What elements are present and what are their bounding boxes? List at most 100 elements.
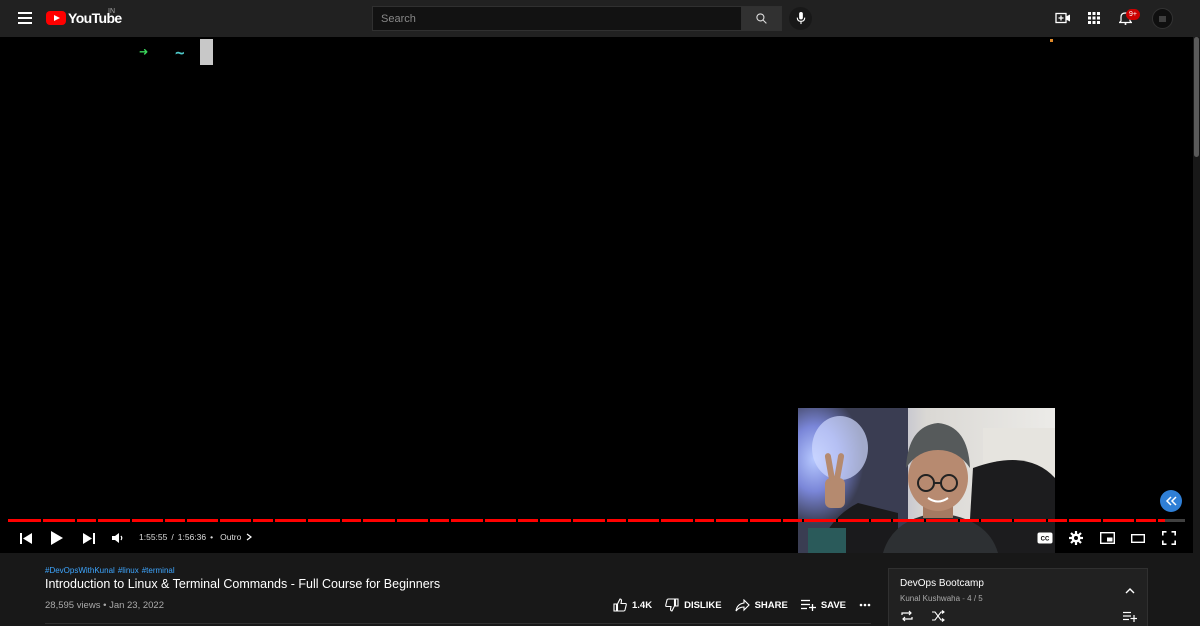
chapter-gap [1067, 519, 1069, 522]
meta-separator: • [103, 600, 107, 611]
chapter-gap [306, 519, 308, 522]
video-player[interactable]: ➜ ~ 1:55:55 / 1:56:36 • Outro CC [0, 37, 1193, 553]
chapter-gap [251, 519, 253, 522]
theater-mode-icon [1131, 533, 1145, 543]
chapter-title[interactable]: Outro [220, 532, 241, 542]
collapse-playlist-button[interactable] [1122, 582, 1138, 598]
loop-playlist-button[interactable] [899, 608, 915, 624]
volume-icon [112, 533, 123, 543]
repeat-icon [901, 610, 913, 622]
miniplayer-button[interactable] [1097, 526, 1117, 550]
search-box [372, 6, 782, 31]
playlist-author[interactable]: Kunal Kushwaha [900, 594, 960, 603]
hashtag-link[interactable]: #linux [118, 566, 139, 575]
account-avatar[interactable] [1152, 8, 1173, 29]
chevron-up-icon [1125, 587, 1135, 593]
previous-button[interactable] [16, 526, 36, 550]
playlist-menu-button[interactable] [1122, 608, 1138, 624]
hashtag-link[interactable]: #DevOpsWithKunal [45, 566, 115, 575]
page-scrollbar[interactable] [1193, 37, 1200, 626]
share-button[interactable]: SHARE [735, 598, 788, 612]
fullscreen-button[interactable] [1159, 526, 1179, 550]
gear-icon [1069, 531, 1083, 545]
shuffle-playlist-button[interactable] [930, 608, 946, 624]
chapter-gap [75, 519, 77, 522]
svg-text:CC: CC [1041, 537, 1050, 543]
chapter-gap [979, 519, 981, 522]
chapter-gap [958, 519, 960, 522]
time-separator: / [171, 532, 174, 542]
view-count: 28,595 views [45, 600, 101, 611]
subtitles-button[interactable]: CC [1035, 526, 1055, 550]
double-chevron-left-icon [1165, 496, 1177, 506]
next-button[interactable] [79, 526, 99, 550]
playlist-add-icon [1123, 611, 1137, 622]
settings-button[interactable] [1066, 526, 1086, 550]
chapter-gap [693, 519, 695, 522]
search-icon [756, 13, 767, 24]
thumbs-up-icon [613, 598, 627, 612]
thumbs-down-icon [665, 598, 679, 612]
chapter-gap [428, 519, 430, 522]
menu-icon[interactable] [18, 12, 32, 24]
play-button[interactable] [47, 526, 67, 550]
chapter-gap [340, 519, 342, 522]
play-icon [51, 531, 63, 545]
voice-search-button[interactable] [789, 7, 812, 30]
closed-captions-icon: CC [1037, 532, 1053, 544]
search-button[interactable] [742, 6, 782, 31]
channel-logo-button[interactable] [1160, 490, 1182, 512]
like-button[interactable]: 1.4K [613, 598, 652, 612]
hashtags: #DevOpsWithKunal #linux #terminal [45, 566, 178, 575]
progress-played [8, 519, 1165, 522]
like-count: 1.4K [632, 599, 653, 611]
chapter-gap [802, 519, 804, 522]
shuffle-icon [932, 610, 945, 622]
masthead: YouTube IN 9+ [0, 0, 1200, 37]
create-video-button[interactable] [1054, 9, 1072, 27]
video-actions: 1.4K DISLIKE SHARE SAVE [613, 598, 889, 612]
chapter-gap [273, 519, 275, 522]
share-label: SHARE [754, 599, 788, 611]
notification-badge: 9+ [1126, 9, 1140, 20]
chapter-gap [1046, 519, 1048, 522]
upload-date: Jan 23, 2022 [109, 600, 164, 611]
terminal-cursor [200, 39, 213, 65]
chapter-gap [361, 519, 363, 522]
save-label: SAVE [820, 599, 846, 611]
share-icon [735, 598, 750, 611]
time-display: 1:55:55 / 1:56:36 • Outro [139, 532, 253, 542]
search-input[interactable] [372, 6, 742, 31]
microphone-icon [796, 12, 805, 25]
video-camera-add-icon [1055, 12, 1070, 24]
chevron-right-icon[interactable] [245, 533, 253, 541]
progress-bar[interactable] [8, 519, 1185, 522]
avatar-icon [1159, 16, 1166, 22]
playlist-subtitle: Kunal Kushwaha - 4 / 5 [900, 594, 983, 603]
theater-mode-button[interactable] [1128, 526, 1148, 550]
divider [45, 623, 871, 624]
chapter-gap [869, 519, 871, 522]
scrollbar-thumb[interactable] [1194, 37, 1199, 157]
hashtag-link[interactable]: #terminal [142, 566, 175, 575]
playlist-title[interactable]: DevOps Bootcamp [900, 578, 984, 589]
chapter-gap [659, 519, 661, 522]
skip-previous-icon [20, 532, 32, 544]
chapter-gap [748, 519, 750, 522]
playlist-panel: DevOps Bootcamp Kunal Kushwaha - 4 / 5 [888, 568, 1148, 626]
youtube-logo[interactable]: YouTube IN [46, 8, 122, 26]
chapter-gap [571, 519, 573, 522]
chapter-gap [714, 519, 716, 522]
chapter-gap [924, 519, 926, 522]
chapter-gap [96, 519, 98, 522]
chapter-gap [185, 519, 187, 522]
chapter-gap [218, 519, 220, 522]
duration: 1:56:36 [177, 532, 207, 542]
skip-next-icon [83, 532, 95, 544]
more-actions-button[interactable] [859, 603, 876, 607]
apps-button[interactable] [1085, 9, 1103, 27]
video-title: Introduction to Linux & Terminal Command… [45, 577, 441, 591]
dislike-button[interactable]: DISLIKE [665, 598, 722, 612]
mute-button[interactable] [109, 526, 127, 550]
save-button[interactable]: SAVE [800, 599, 846, 611]
